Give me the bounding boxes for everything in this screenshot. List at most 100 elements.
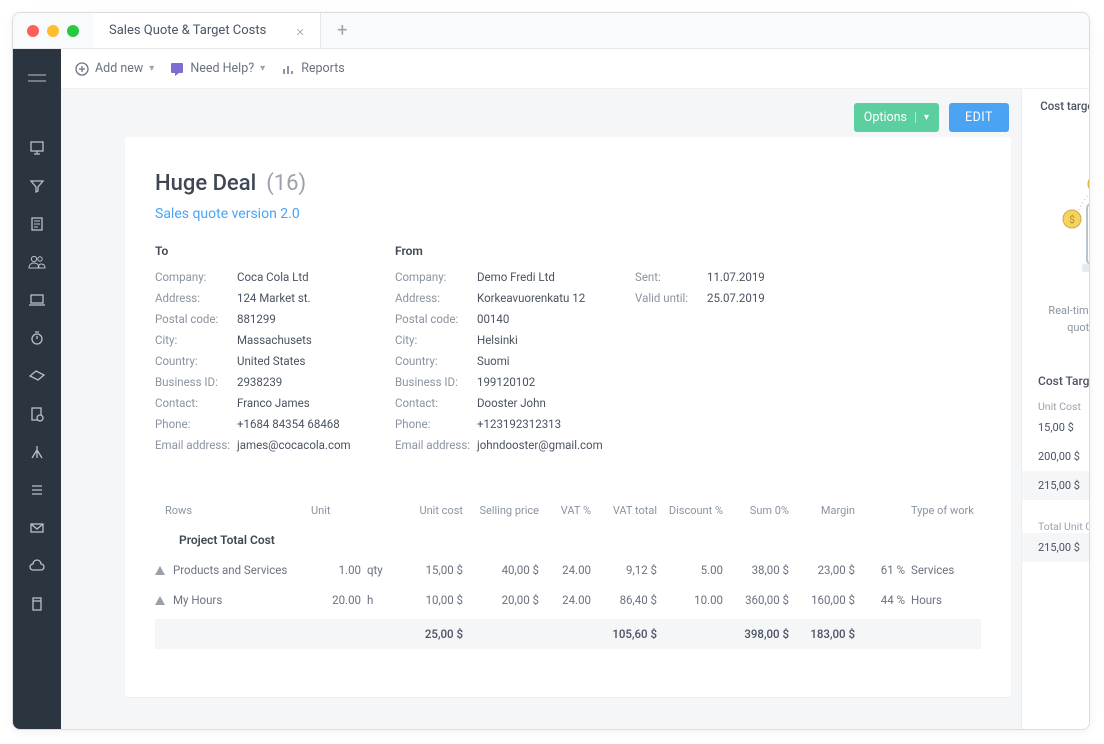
- table-header: Rows Unit Unit cost Selling price VAT % …: [155, 496, 981, 525]
- row-sum0: 38,00 $: [729, 563, 789, 577]
- label-country: Country:: [155, 354, 237, 368]
- maximize-window-icon[interactable]: [67, 25, 79, 37]
- label-company: Company:: [395, 270, 477, 284]
- valid-date: 25.07.2019: [707, 291, 981, 305]
- filter-icon[interactable]: [13, 169, 61, 203]
- to-address: 124 Market st.: [237, 291, 395, 305]
- stopwatch-icon[interactable]: [13, 321, 61, 355]
- tab-title: Sales Quote & Target Costs: [109, 23, 266, 38]
- row-name: Products and Services: [173, 563, 287, 577]
- th-selling: Selling price: [469, 504, 539, 517]
- chevron-down-icon: ▾: [149, 63, 154, 74]
- to-city: Massachusets: [237, 333, 395, 347]
- illustration-caption: Real-time cost targeting and sales quote…: [1036, 303, 1090, 336]
- sent-date: 11.07.2019: [707, 270, 981, 284]
- mail-icon[interactable]: [13, 511, 61, 545]
- tab-cost-targeting[interactable]: Cost targeting: [1022, 89, 1090, 123]
- label-bizid: Business ID:: [395, 375, 477, 389]
- row-type: Services: [911, 563, 981, 577]
- rhead-total-unit: Total Unit Cost: [1038, 520, 1090, 533]
- analytics-icon[interactable]: [13, 435, 61, 469]
- from-country: Suomi: [477, 354, 635, 368]
- from-address: Korkeavuorenkatu 12: [477, 291, 635, 305]
- reports-label: Reports: [301, 61, 345, 76]
- close-window-icon[interactable]: [27, 25, 39, 37]
- label-postal: Postal code:: [395, 312, 477, 326]
- total-margin: 183,00 $: [795, 627, 855, 641]
- illustration-block: $ $ $ $ $ $ Real-time cost targeting and…: [1022, 123, 1090, 350]
- reports-button[interactable]: Reports: [281, 61, 345, 76]
- to-email: james@cocacola.com: [237, 438, 395, 452]
- label-email: Email address:: [395, 438, 477, 452]
- row-margin: 160,00 $: [795, 593, 855, 607]
- cost-grand-row: 215,00 $ 0,00 $ 0.00 %: [1022, 533, 1090, 562]
- table-row[interactable]: Products and Services 1.00 qty 15,00 $ 4…: [155, 555, 981, 585]
- edit-button[interactable]: EDIT: [949, 103, 1009, 132]
- th-unit-cost: Unit cost: [403, 504, 463, 517]
- row-sell: 20,00 $: [469, 593, 539, 607]
- row-sell: 40,00 $: [469, 563, 539, 577]
- add-new-label: Add new: [95, 61, 143, 76]
- row-vatt: 86,40 $: [597, 593, 657, 607]
- cost-unit: 200,00 $: [1038, 450, 1090, 463]
- row-name: My Hours: [173, 593, 222, 607]
- action-bar: Options ▾ EDIT: [854, 103, 1009, 132]
- row-unit: qty: [367, 563, 397, 577]
- from-company: Demo Fredi Ltd: [477, 270, 635, 284]
- tab-sales-quote[interactable]: Sales Quote & Target Costs ×: [93, 13, 321, 48]
- table-row[interactable]: My Hours 20.00 h 10,00 $ 20,00 $ 24.00 8…: [155, 585, 981, 615]
- from-email: johndooster@gmail.com: [477, 438, 635, 452]
- brand-icon[interactable]: [13, 59, 61, 97]
- label-contact: Contact:: [155, 396, 237, 410]
- row-qty: 20.00: [311, 593, 361, 607]
- label-address: Address:: [155, 291, 237, 305]
- titlebar: Sales Quote & Target Costs × +: [13, 13, 1089, 49]
- invoice-icon[interactable]: [13, 397, 61, 431]
- tab-close-icon[interactable]: ×: [296, 22, 304, 40]
- label-city: City:: [395, 333, 477, 347]
- row-unitcost: 10,00 $: [403, 593, 463, 607]
- row-type: Hours: [911, 593, 981, 607]
- row-unitcost: 15,00 $: [403, 563, 463, 577]
- from-heading: From: [395, 244, 635, 258]
- warning-icon: [155, 566, 165, 575]
- row-unit: h: [367, 593, 397, 607]
- label-postal: Postal code:: [155, 312, 237, 326]
- options-label: Options: [864, 110, 907, 125]
- cost-total-unit: 215,00 $: [1038, 479, 1090, 492]
- row-mpct: 61 %: [861, 563, 905, 577]
- from-bizid: 199120102: [477, 375, 635, 389]
- cloud-icon[interactable]: [13, 549, 61, 583]
- valid-label: Valid until:: [635, 291, 707, 305]
- row-mpct: 44 %: [861, 593, 905, 607]
- row-vatt: 9,12 $: [597, 563, 657, 577]
- row-disc: 10.00: [663, 593, 723, 607]
- options-button[interactable]: Options ▾: [854, 103, 939, 132]
- th-disc: Discount %: [663, 504, 723, 517]
- th-sum0: Sum 0%: [729, 504, 789, 517]
- minimize-window-icon[interactable]: [47, 25, 59, 37]
- document-icon[interactable]: [13, 207, 61, 241]
- th-vatp: VAT %: [545, 504, 591, 517]
- archive-icon[interactable]: [13, 587, 61, 621]
- grand-unit: 215,00 $: [1038, 541, 1090, 554]
- list-icon[interactable]: [13, 473, 61, 507]
- laptop-icon[interactable]: [13, 283, 61, 317]
- rpanel-tabs: Cost targeting Functions: [1022, 89, 1090, 123]
- need-help-button[interactable]: Need Help? ▾: [170, 61, 265, 76]
- to-postal: 881299: [237, 312, 395, 326]
- cost-row: 200,00 $ –: [1038, 442, 1090, 471]
- deal-count: (16): [266, 171, 306, 196]
- th-rows: Rows: [155, 504, 305, 517]
- from-phone: +123192312313: [477, 417, 635, 431]
- new-tab-button[interactable]: +: [321, 20, 363, 41]
- svg-text:$: $: [1069, 213, 1075, 226]
- add-new-button[interactable]: Add new ▾: [75, 61, 154, 76]
- th-vatt: VAT total: [597, 504, 657, 517]
- row-vatp: 24.00: [545, 593, 591, 607]
- table-totals: 25,00 $ 105,60 $ 398,00 $ 183,00 $: [155, 619, 981, 649]
- hand-icon[interactable]: [13, 359, 61, 393]
- presentation-icon[interactable]: [13, 131, 61, 165]
- label-company: Company:: [155, 270, 237, 284]
- people-icon[interactable]: [13, 245, 61, 279]
